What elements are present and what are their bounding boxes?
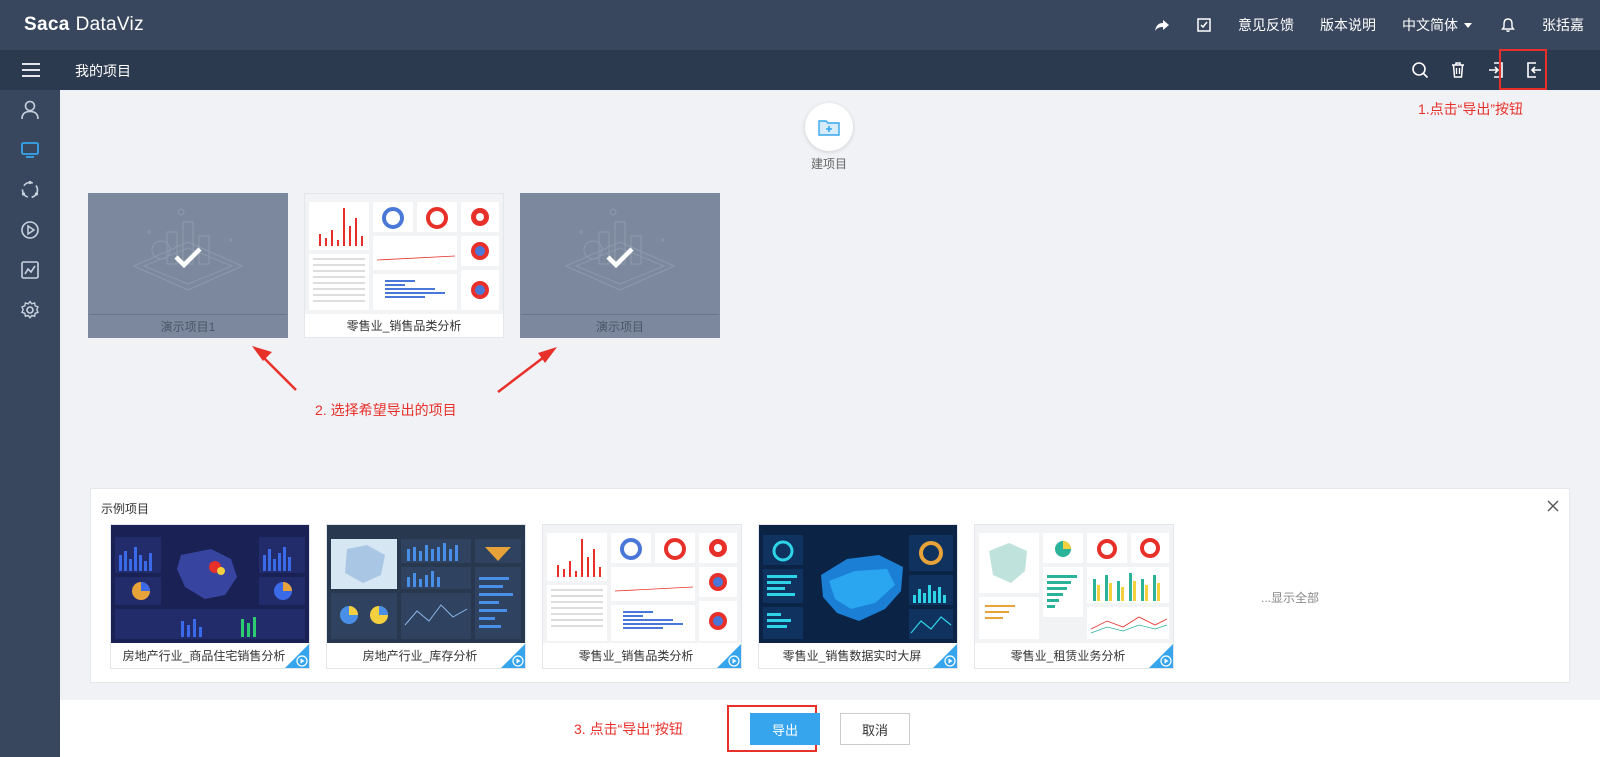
sample-thumbnail xyxy=(111,525,309,643)
edit-button[interactable] xyxy=(1196,17,1212,33)
dashboard-preview xyxy=(979,533,1169,639)
sidebar-item-datasource[interactable] xyxy=(19,179,41,201)
search-button[interactable] xyxy=(1410,60,1430,80)
step3-annotation: 3. 点击“导出”按钮 xyxy=(574,721,683,737)
caret-down-icon xyxy=(1464,23,1472,28)
sample-projects-title: 示例项目 xyxy=(101,502,150,516)
logo-prefix: Saca xyxy=(24,14,70,35)
page-title: 我的项目 xyxy=(75,63,131,79)
feedback-link[interactable]: 意见反馈 xyxy=(1238,15,1294,35)
play-corner-icon xyxy=(501,644,525,668)
sample-name: 零售业_销售数据实时大屏 xyxy=(782,649,922,663)
hamburger-menu-button[interactable] xyxy=(20,59,42,81)
arrow-left-head xyxy=(252,346,272,361)
sample-name: 房地产行业_库存分析 xyxy=(362,649,478,663)
sample-card[interactable]: 零售业_销售数据实时大屏 xyxy=(758,524,958,669)
user-icon xyxy=(21,100,39,120)
search-icon xyxy=(1412,62,1429,79)
logo-suffix: DataViz xyxy=(75,14,144,35)
release-notes-link[interactable]: 版本说明 xyxy=(1320,15,1376,35)
sample-card[interactable]: 零售业_销售品类分析 xyxy=(542,524,742,669)
export-confirm-button[interactable]: 导出 xyxy=(750,713,820,745)
close-icon xyxy=(1547,500,1559,512)
sidebar-item-projects[interactable] xyxy=(19,139,41,161)
footer-bar: 3. 点击“导出”按钮 导出 取消 xyxy=(60,700,1600,757)
play-corner-icon xyxy=(285,644,309,668)
dashboard-preview xyxy=(115,537,305,639)
trash-icon xyxy=(1452,62,1464,78)
sample-card[interactable]: 房地产行业_商品住宅销售分析 xyxy=(110,524,310,669)
sub-header: 我的项目 xyxy=(0,50,1600,90)
play-circle-icon xyxy=(21,221,39,239)
step1-highlight-box xyxy=(1499,49,1547,90)
delete-button[interactable] xyxy=(1448,60,1468,80)
refresh-circle-icon xyxy=(21,180,39,199)
play-corner-icon xyxy=(933,644,957,668)
share-icon xyxy=(1155,20,1169,31)
share-button[interactable] xyxy=(1154,17,1170,33)
annotation-arrows xyxy=(252,346,557,393)
show-all-link[interactable]: ...显示全部 xyxy=(1261,589,1319,606)
sidebar-item-analytics[interactable] xyxy=(19,259,41,281)
cancel-button[interactable]: 取消 xyxy=(840,713,910,745)
user-menu[interactable]: 张括嘉 xyxy=(1542,15,1584,35)
sample-projects-panel: 示例项目 房地产行业_商品住宅销售分析 房地产行业_库存分析 零售业_销售品类分… xyxy=(90,488,1570,683)
step1-annotation: 1.点击“导出”按钮 xyxy=(1418,101,1523,117)
close-button[interactable] xyxy=(1545,498,1561,514)
language-label: 中文简体 xyxy=(1402,17,1458,33)
gear-icon xyxy=(21,300,39,319)
dashboard-preview xyxy=(547,533,737,641)
sidebar-item-user[interactable] xyxy=(19,99,41,121)
step2-annotation: 2. 选择希望导出的项目 xyxy=(315,402,457,418)
sample-name: 零售业_销售品类分析 xyxy=(578,649,694,663)
sample-name: 房地产行业_商品住宅销售分析 xyxy=(122,649,286,663)
sample-thumbnail xyxy=(975,525,1173,643)
language-select[interactable]: 中文简体 xyxy=(1402,15,1474,35)
notification-button[interactable] xyxy=(1500,17,1516,33)
sample-card[interactable]: 零售业_租赁业务分析 xyxy=(974,524,1174,669)
bell-icon xyxy=(1501,18,1515,32)
line-chart-icon xyxy=(21,261,39,279)
main-content: 建项目 演示项目1 零售业_销售品类分析 演示项目 2. 选择希望导出的项目 示… xyxy=(60,90,1600,757)
top-header: Saca DataViz 意见反馈 版本说明 中文简体 张括嘉 xyxy=(0,0,1600,50)
sample-thumbnail xyxy=(543,525,741,643)
sample-card[interactable]: 房地产行业_库存分析 xyxy=(326,524,526,669)
dashboard-preview xyxy=(763,535,953,639)
sample-thumbnail xyxy=(327,525,525,643)
dashboard-preview xyxy=(331,539,521,639)
app-logo[interactable]: Saca DataViz xyxy=(24,14,144,36)
sample-thumbnail xyxy=(759,525,957,643)
play-corner-icon xyxy=(1149,644,1173,668)
edit-square-icon xyxy=(1197,18,1211,32)
sidebar-item-settings[interactable] xyxy=(19,299,41,321)
top-nav: 意见反馈 版本说明 中文简体 张括嘉 xyxy=(1128,0,1584,50)
sample-name: 零售业_租赁业务分析 xyxy=(1010,649,1126,663)
left-sidebar xyxy=(0,90,60,757)
play-corner-icon xyxy=(717,644,741,668)
hamburger-icon xyxy=(22,63,40,77)
sidebar-item-present[interactable] xyxy=(19,219,41,241)
monitor-icon xyxy=(21,142,39,158)
